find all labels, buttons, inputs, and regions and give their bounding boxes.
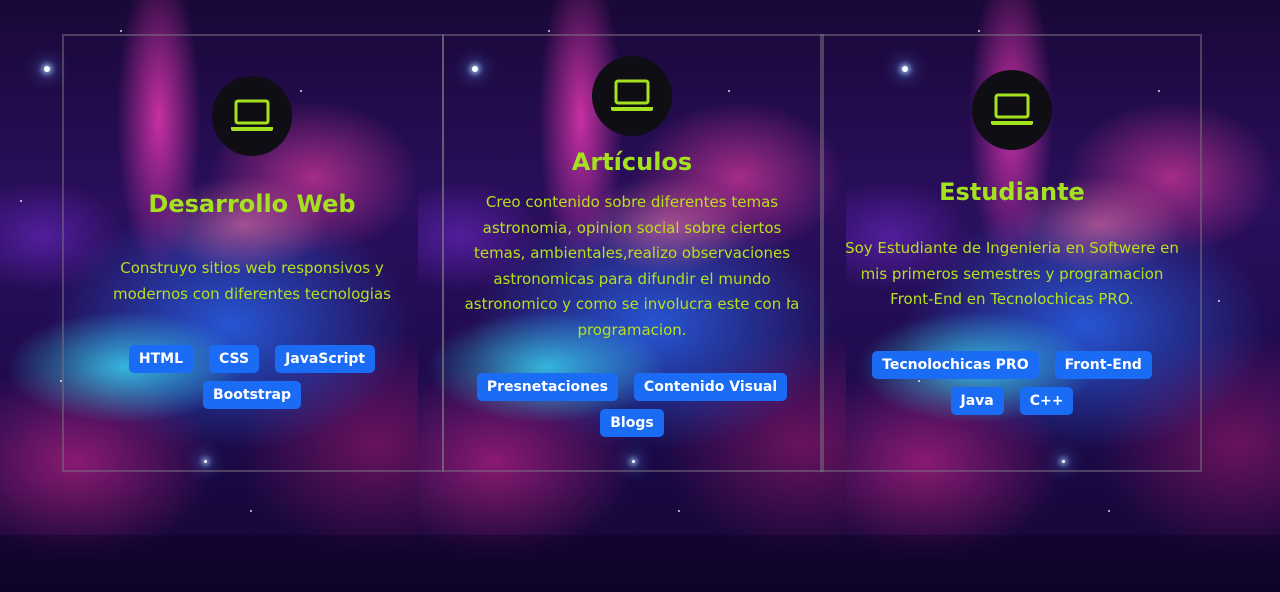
- card-description: Soy Estudiante de Ingenieria en Softwere…: [845, 239, 1179, 308]
- tag-bootstrap: Bootstrap: [203, 381, 301, 409]
- tag-java: Java: [950, 386, 1004, 415]
- service-card-articulos: Artículos Creo contenido sobre diferente…: [458, 56, 806, 437]
- card-title: Estudiante: [939, 178, 1085, 206]
- laptop-icon: [991, 93, 1033, 125]
- icon-circle: [212, 76, 292, 156]
- tag-html: HTML: [128, 345, 193, 373]
- service-card-estudiante: Estudiante Soy Estudiante de Ingenieria …: [842, 70, 1182, 415]
- icon-circle: [972, 70, 1052, 150]
- tag-presentaciones: Presnetaciones: [476, 373, 618, 401]
- tag-list: Tecnolochicas PRO Front-End Java C++: [842, 350, 1182, 415]
- card-description: Creo contenido sobre diferentes temas as…: [464, 193, 800, 339]
- tag-list: Presnetaciones Contenido Visual Blogs: [472, 373, 792, 437]
- tag-css: CSS: [209, 345, 260, 373]
- tag-cpp: C++: [1019, 386, 1074, 415]
- service-card-desarrollo-web: Desarrollo Web Construyo sitios web resp…: [86, 76, 418, 409]
- tag-javascript: JavaScript: [275, 345, 376, 373]
- tag-tecnolochicas-pro: Tecnolochicas PRO: [872, 350, 1039, 379]
- card-title: Desarrollo Web: [148, 190, 356, 218]
- laptop-icon: [231, 99, 273, 131]
- tag-front-end: Front-End: [1054, 350, 1152, 379]
- card-title: Artículos: [571, 148, 693, 176]
- laptop-icon: [611, 79, 653, 111]
- card-description: Construyo sitios web responsivos y moder…: [113, 259, 391, 303]
- icon-circle: [592, 56, 672, 136]
- tag-list: HTML CSS JavaScript Bootstrap: [122, 345, 382, 409]
- tag-contenido-visual: Contenido Visual: [633, 373, 788, 401]
- tag-blogs: Blogs: [600, 409, 664, 437]
